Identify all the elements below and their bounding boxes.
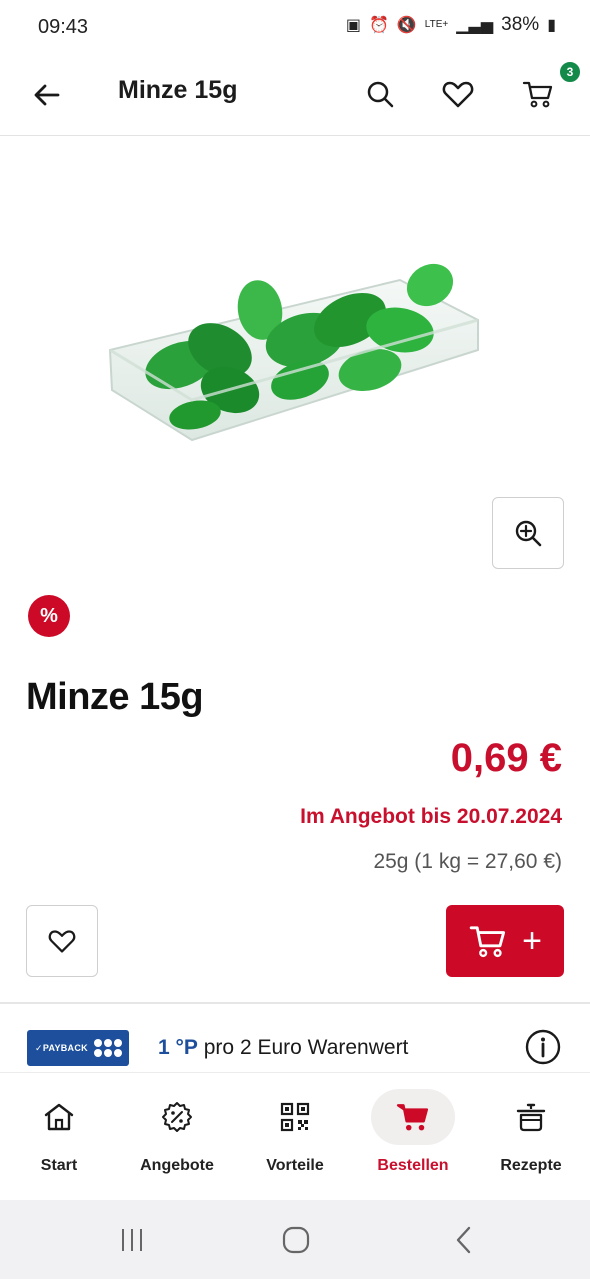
add-to-favorites-button[interactable] (26, 905, 98, 977)
chevron-left-icon (456, 1226, 471, 1254)
home-system-button[interactable] (276, 1222, 316, 1258)
payback-logo-text: ✓PAYBACK (35, 1042, 88, 1053)
arrow-left-icon (34, 84, 60, 106)
zoom-button[interactable] (492, 497, 564, 569)
payback-rule: pro 2 Euro Warenwert (197, 1036, 409, 1059)
qr-code-icon (280, 1102, 310, 1132)
nav-item-bestellen[interactable]: Bestellen (354, 1073, 472, 1201)
cart-icon (396, 1104, 429, 1131)
battery-level: 38% (501, 14, 540, 35)
payback-logo: ✓PAYBACK (27, 1030, 129, 1066)
payback-points: 1 °P (158, 1036, 198, 1059)
add-to-cart-button[interactable]: + (446, 905, 564, 977)
page-title: Minze 15g (118, 76, 238, 104)
payback-dots-icon (93, 1039, 122, 1057)
mute-icon: 🔇 (396, 17, 417, 34)
divider (0, 1002, 590, 1004)
recent-apps-button[interactable] (112, 1222, 152, 1258)
nav-label-bestellen: Bestellen (377, 1157, 449, 1174)
search-icon (367, 81, 394, 108)
offer-validity: Im Angebot bis 20.07.2024 (300, 805, 562, 828)
nav-label-vorteile: Vorteile (266, 1157, 324, 1174)
battery-icon: ▮ (547, 17, 556, 34)
nav-label-angebote: Angebote (140, 1157, 214, 1174)
nav-item-angebote[interactable]: Angebote (118, 1073, 236, 1201)
status-bar: 09:43 ▣ ⏰ 🔇 LTE+ ▁▃▅ 38% ▮ (0, 0, 590, 56)
recent-apps-icon (122, 1229, 142, 1251)
zoom-in-icon (515, 520, 542, 547)
nav-label-start: Start (40, 1157, 78, 1174)
nav-item-rezepte[interactable]: Rezepte (472, 1073, 590, 1201)
product-price: 0,69 € (450, 736, 562, 780)
nav-item-start[interactable]: Start (0, 1073, 118, 1201)
cart-icon (469, 926, 506, 958)
cart-button[interactable] (514, 70, 562, 118)
heart-icon (442, 81, 474, 108)
favorites-button[interactable] (434, 70, 482, 118)
app-header: Minze 15g (0, 56, 590, 136)
search-button[interactable] (356, 70, 404, 118)
home-icon (44, 1103, 74, 1131)
heart-icon (48, 930, 76, 953)
back-button[interactable] (24, 72, 70, 118)
product-image (108, 263, 479, 442)
status-icons: ▣ ⏰ 🔇 LTE+ ▁▃▅ 38% ▮ (346, 14, 556, 36)
system-back-button[interactable] (444, 1222, 484, 1258)
discount-badge: % (28, 595, 70, 637)
status-time: 09:43 (38, 16, 89, 38)
system-navigation-bar (0, 1200, 590, 1279)
cart-icon (522, 81, 553, 108)
home-circle-icon (282, 1226, 310, 1254)
signal-icon: ▁▃▅ (456, 17, 494, 34)
product-title: Minze 15g (26, 676, 204, 718)
payback-info-text: 1 °P pro 2 Euro Warenwert (158, 1036, 408, 1060)
info-icon[interactable] (524, 1028, 562, 1066)
plus-icon: + (522, 922, 542, 960)
save-icon: ▣ (345, 17, 361, 34)
bottom-navigation: Start Angebote Vorteile Bestellen Rezept… (0, 1072, 590, 1200)
unit-price: 25g (1 kg = 27,60 €) (373, 850, 562, 873)
cart-count-badge: 3 (558, 60, 582, 84)
discount-icon (162, 1102, 192, 1132)
nav-item-vorteile[interactable]: Vorteile (236, 1073, 354, 1201)
nav-label-rezepte: Rezepte (500, 1157, 562, 1174)
alarm-icon: ⏰ (368, 17, 389, 34)
cooking-pot-icon (516, 1103, 546, 1132)
network-type: LTE+ (424, 19, 449, 30)
